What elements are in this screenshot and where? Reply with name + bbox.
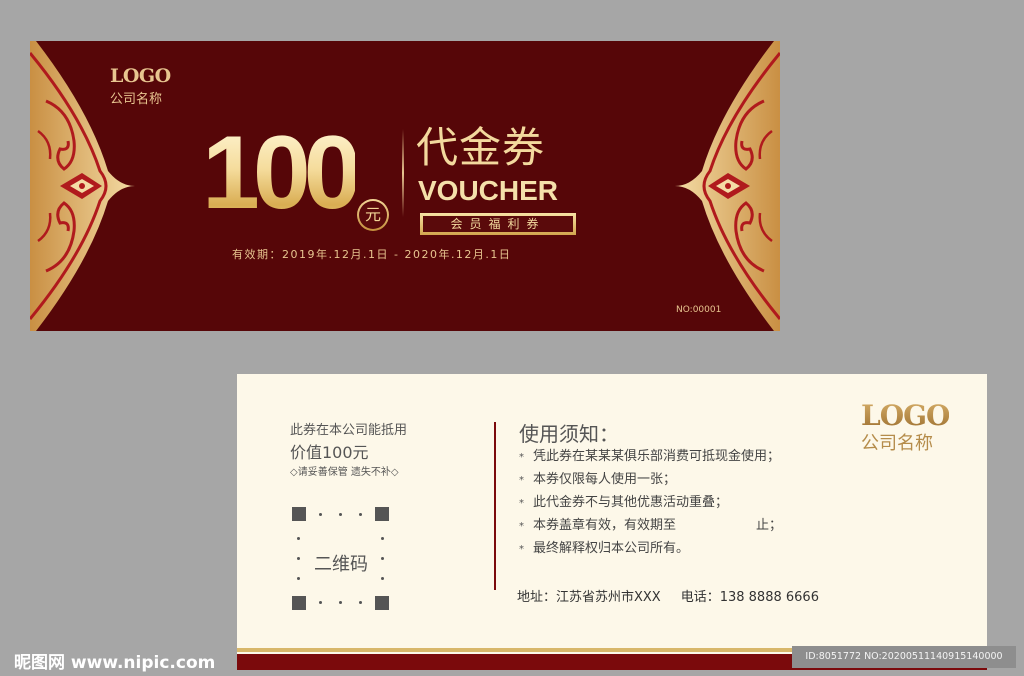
bullet-icon: * — [519, 498, 524, 509]
id-watermark: ID:8051772 NO:20200511140915140000 — [792, 646, 1016, 668]
qr-dot — [339, 513, 342, 516]
notice-list: * 凭此券在某某某俱乐部消费可抵现金使用； * 本券仅限每人使用一张； * 此代金券不… — [519, 447, 782, 562]
qr-dot — [297, 557, 300, 560]
qr-dot — [381, 577, 384, 580]
notice-suffix: 止； — [756, 518, 783, 533]
qr-dot — [319, 601, 322, 604]
keep-safe-note: ◇请妥善保管 遗失不补◇ — [290, 467, 399, 478]
list-item: * 最终解释权归本公司所有。 — [519, 539, 782, 562]
qr-dot — [359, 513, 362, 516]
value-line: 价值100元 — [290, 443, 369, 462]
voucher-title-en: VOUCHER — [418, 175, 559, 206]
gold-filigree-corner-icon — [675, 41, 780, 331]
member-tag: 会员福利券 — [420, 213, 576, 235]
list-item: * 本券仅限每人使用一张； — [519, 470, 782, 493]
contact-info: 地址：江苏省苏州市XXX 电话：138 8888 6666 — [517, 586, 819, 605]
qr-corner-icon — [375, 596, 389, 610]
list-item: * 本券盖章有效，有效期至 止； — [519, 516, 782, 539]
notice-text: 凭此券在某某某俱乐部消费可抵现金使用； — [533, 449, 781, 464]
qr-label: 二维码 — [314, 554, 368, 575]
qr-dot — [339, 601, 342, 604]
notice-text: 此代金券不与其他优惠活动重叠； — [533, 495, 729, 510]
qr-dot — [359, 601, 362, 604]
bullet-icon: * — [519, 521, 524, 532]
qr-corner-icon — [292, 507, 306, 521]
usage-line: 此券在本公司能抵用 — [290, 423, 408, 438]
front-logo: LOGO — [110, 65, 171, 87]
back-company-name: 公司名称 — [861, 433, 933, 454]
bullet-icon: * — [519, 475, 524, 486]
qr-dot — [297, 577, 300, 580]
qr-dot — [319, 513, 322, 516]
address: 地址：江苏省苏州市XXX — [517, 590, 661, 605]
back-divider — [494, 422, 496, 590]
voucher-back: 此券在本公司能抵用 价值100元 ◇请妥善保管 遗失不补◇ 二维码 使用须知： … — [237, 374, 987, 670]
serial-number: NO:00001 — [676, 305, 722, 315]
bullet-icon: * — [519, 452, 524, 463]
qr-corner-icon — [375, 507, 389, 521]
list-item: * 凭此券在某某某俱乐部消费可抵现金使用； — [519, 447, 782, 470]
qr-corner-icon — [292, 596, 306, 610]
qr-dot — [381, 557, 384, 560]
qr-dot — [297, 537, 300, 540]
front-company-name: 公司名称 — [110, 92, 163, 107]
currency-label: 元 — [359, 201, 387, 229]
qr-dot — [381, 537, 384, 540]
notice-text: 最终解释权归本公司所有。 — [533, 541, 690, 556]
back-logo: LOGO — [861, 399, 950, 432]
list-item: * 此代金券不与其他优惠活动重叠； — [519, 493, 782, 516]
voucher-front: LOGO 公司名称 100 元 代金券 VOUCHER 会员福利券 有效期：20… — [30, 41, 780, 331]
site-watermark: 昵图网 www.nipic.com — [14, 653, 216, 673]
currency-badge: 元 — [357, 199, 389, 231]
validity-period: 有效期：2019年.12月.1日 - 2020年.12月.1日 — [232, 248, 512, 261]
voucher-title-cn: 代金券 — [416, 123, 546, 172]
qr-code-placeholder: 二维码 — [292, 507, 389, 610]
phone: 电话：138 8888 6666 — [680, 590, 819, 605]
notice-text: 本券仅限每人使用一张； — [533, 472, 677, 487]
bullet-icon: * — [519, 544, 524, 555]
member-tag-label: 会员福利券 — [423, 216, 573, 232]
front-divider — [402, 129, 404, 217]
notice-title: 使用须知： — [519, 422, 619, 446]
notice-text: 本券盖章有效，有效期至 — [533, 518, 677, 533]
voucher-amount: 100 — [202, 121, 362, 241]
